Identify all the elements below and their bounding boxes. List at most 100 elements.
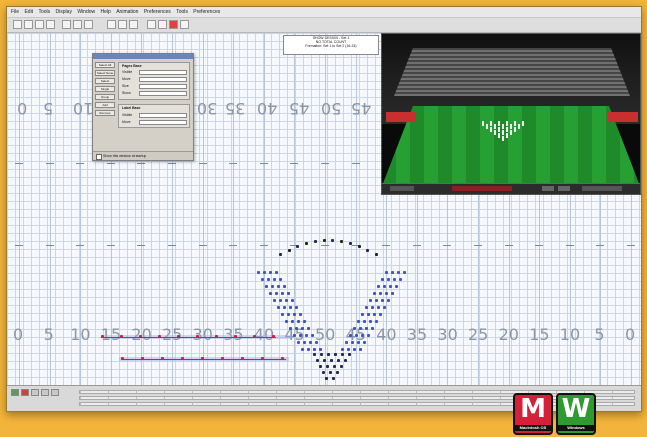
performer-marker-red[interactable] bbox=[201, 357, 204, 360]
performer-marker[interactable] bbox=[369, 320, 372, 323]
performer-marker[interactable] bbox=[334, 353, 337, 356]
performer-marker[interactable] bbox=[385, 271, 388, 274]
menu-item-help[interactable]: Help bbox=[101, 9, 111, 15]
performer-marker[interactable] bbox=[275, 271, 278, 274]
performer-marker[interactable] bbox=[289, 327, 292, 330]
performer-marker[interactable] bbox=[365, 306, 368, 309]
performer-marker[interactable] bbox=[299, 334, 302, 337]
performer-marker[interactable] bbox=[381, 299, 384, 302]
select-tool-icon[interactable] bbox=[13, 20, 22, 29]
performer-marker[interactable] bbox=[329, 371, 332, 374]
performer-marker[interactable] bbox=[361, 313, 364, 316]
performer-marker[interactable] bbox=[322, 371, 325, 374]
size-select[interactable] bbox=[139, 84, 187, 89]
performer-marker[interactable] bbox=[261, 278, 264, 281]
performer-marker[interactable] bbox=[303, 341, 306, 344]
performer-marker[interactable] bbox=[387, 278, 390, 281]
performer-marker[interactable] bbox=[340, 365, 343, 368]
performer-marker[interactable] bbox=[353, 348, 356, 351]
performer-marker[interactable] bbox=[273, 299, 276, 302]
performer-marker[interactable] bbox=[375, 253, 378, 256]
menu-item-file[interactable]: File bbox=[11, 9, 19, 15]
performer-marker[interactable] bbox=[385, 292, 388, 295]
performer-marker[interactable] bbox=[355, 334, 358, 337]
performer-marker[interactable] bbox=[333, 365, 336, 368]
menu-item-window[interactable]: Window bbox=[77, 9, 95, 15]
performer-marker[interactable] bbox=[379, 292, 382, 295]
select-button[interactable]: Select bbox=[95, 78, 115, 84]
performer-marker[interactable] bbox=[403, 271, 406, 274]
performer-marker[interactable] bbox=[285, 320, 288, 323]
menu-item-edit[interactable]: Edit bbox=[24, 9, 33, 15]
performer-marker[interactable] bbox=[391, 271, 394, 274]
performer-marker-red[interactable] bbox=[177, 335, 180, 338]
performer-marker[interactable] bbox=[289, 306, 292, 309]
performer-marker[interactable] bbox=[363, 320, 366, 323]
performer-marker[interactable] bbox=[366, 249, 370, 253]
performer-marker[interactable] bbox=[307, 327, 310, 330]
performer-marker[interactable] bbox=[299, 313, 302, 316]
performer-marker[interactable] bbox=[357, 245, 361, 249]
performer-marker[interactable] bbox=[395, 285, 398, 288]
performer-marker[interactable] bbox=[357, 320, 360, 323]
group-button[interactable]: Group bbox=[95, 94, 115, 100]
performer-marker[interactable] bbox=[281, 292, 284, 295]
performer-marker[interactable] bbox=[291, 320, 294, 323]
performer-marker[interactable] bbox=[351, 341, 354, 344]
performer-marker[interactable] bbox=[359, 327, 362, 330]
visible-select[interactable] bbox=[139, 70, 187, 75]
performer-marker[interactable] bbox=[331, 239, 335, 243]
performer-marker-red[interactable] bbox=[161, 357, 164, 360]
prev-button[interactable] bbox=[31, 389, 39, 396]
performer-marker[interactable] bbox=[287, 313, 290, 316]
show-select[interactable] bbox=[139, 91, 187, 96]
settings-tool-icon[interactable] bbox=[180, 20, 189, 29]
circle-tool-icon[interactable] bbox=[107, 20, 116, 29]
performer-marker[interactable] bbox=[313, 353, 316, 356]
performer-marker[interactable] bbox=[305, 334, 308, 337]
performer-marker[interactable] bbox=[267, 278, 270, 281]
performer-marker[interactable] bbox=[387, 299, 390, 302]
performer-marker[interactable] bbox=[365, 327, 368, 330]
performer-marker[interactable] bbox=[279, 278, 282, 281]
performer-marker-red[interactable] bbox=[158, 335, 161, 338]
performer-marker[interactable] bbox=[263, 271, 266, 274]
performer-marker[interactable] bbox=[279, 253, 282, 256]
performer-marker[interactable] bbox=[287, 292, 290, 295]
performer-marker[interactable] bbox=[326, 365, 329, 368]
camera-select[interactable] bbox=[390, 186, 414, 191]
performer-marker[interactable] bbox=[349, 334, 352, 337]
performer-marker[interactable] bbox=[275, 292, 278, 295]
performer-marker-red[interactable] bbox=[221, 357, 224, 360]
performer-marker[interactable] bbox=[285, 299, 288, 302]
performer-marker[interactable] bbox=[319, 365, 322, 368]
performer-marker[interactable] bbox=[273, 278, 276, 281]
curve-tool-icon[interactable] bbox=[84, 20, 93, 29]
loop-button[interactable] bbox=[51, 389, 59, 396]
performer-marker[interactable] bbox=[305, 242, 309, 246]
performer-marker-red[interactable] bbox=[120, 335, 123, 338]
performer-marker[interactable] bbox=[330, 359, 333, 362]
performer-marker[interactable] bbox=[332, 377, 335, 380]
performer-marker[interactable] bbox=[373, 292, 376, 295]
performer-marker-red[interactable] bbox=[253, 335, 256, 338]
rotate-tool-icon[interactable] bbox=[35, 20, 44, 29]
performer-marker[interactable] bbox=[357, 341, 360, 344]
performer-marker[interactable] bbox=[322, 239, 326, 243]
performer-marker[interactable] bbox=[291, 299, 294, 302]
performer-marker[interactable] bbox=[361, 334, 364, 337]
performer-marker[interactable] bbox=[315, 341, 318, 344]
performer-marker[interactable] bbox=[320, 353, 323, 356]
performer-marker[interactable] bbox=[283, 306, 286, 309]
select-none-button[interactable]: Select None bbox=[95, 70, 115, 76]
performer-marker[interactable] bbox=[313, 240, 317, 244]
performer-marker[interactable] bbox=[297, 341, 300, 344]
performer-marker[interactable] bbox=[371, 306, 374, 309]
performer-marker-red[interactable] bbox=[139, 335, 142, 338]
performer-marker[interactable] bbox=[279, 299, 282, 302]
label-visible-select[interactable] bbox=[139, 113, 187, 118]
performer-marker[interactable] bbox=[269, 292, 272, 295]
performer-marker[interactable] bbox=[297, 320, 300, 323]
performer-marker[interactable] bbox=[295, 306, 298, 309]
performer-marker[interactable] bbox=[281, 313, 284, 316]
